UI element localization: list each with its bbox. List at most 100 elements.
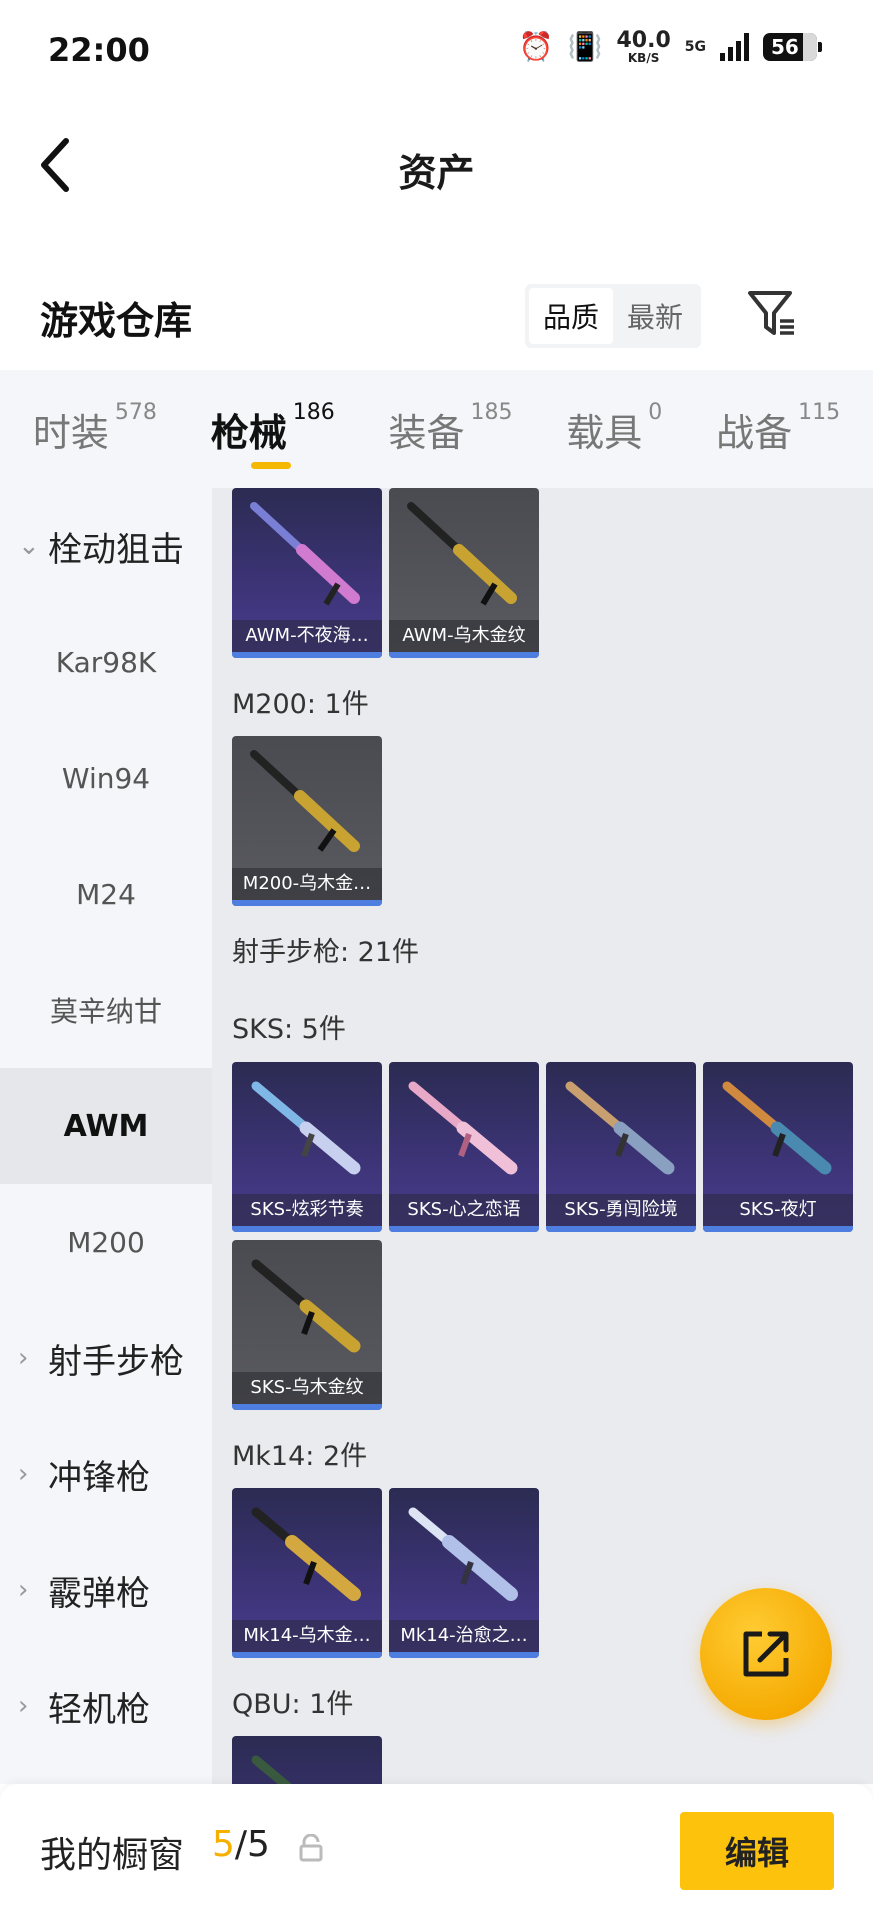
- rifle-icon: [407, 502, 517, 606]
- sidebar-item-bolt-action[interactable]: ⌄ 栓动狙击: [0, 488, 212, 604]
- showcase-label: 我的橱窗: [40, 1835, 185, 1876]
- item-name: SKS-夜灯: [703, 1194, 853, 1226]
- category-tabs: 时装 578 枪械 186 装备 185 载具 0 战备 115: [0, 370, 873, 488]
- warehouse-bar: 游戏仓库 品质 最新: [0, 260, 873, 370]
- rifle-icon: [250, 750, 360, 852]
- status-time: 22:00: [48, 31, 150, 69]
- network-type: 5G: [684, 39, 706, 55]
- showcase-count: 5/5: [212, 1824, 270, 1865]
- chevron-right-icon: ›: [18, 1691, 29, 1721]
- item-card[interactable]: M200-乌木金…: [232, 736, 382, 906]
- warehouse-title: 游戏仓库: [40, 299, 193, 343]
- showcase-total: 5: [247, 1824, 270, 1865]
- tab-label: 装备: [388, 410, 465, 455]
- rifle-icon: [565, 1081, 675, 1175]
- item-name: AWM-乌木金纹: [389, 620, 539, 652]
- sidebar-item-lmg[interactable]: › 轻机枪: [0, 1648, 212, 1764]
- rifle-icon: [251, 1259, 361, 1353]
- section-label: QBU: 1件: [232, 1689, 354, 1720]
- speed-unit: KB/S: [627, 51, 660, 65]
- sidebar-item-label: 莫辛纳甘: [49, 995, 162, 1028]
- sidebar-item-smg[interactable]: › 冲锋枪: [0, 1416, 212, 1532]
- sort-toggle: 品质 最新: [525, 284, 701, 348]
- sidebar-item-mosin[interactable]: 莫辛纳甘: [0, 952, 212, 1068]
- filter-button[interactable]: [742, 282, 802, 346]
- sidebar-item-label: 射手步枪: [48, 1341, 184, 1382]
- rifle-icon: [722, 1081, 832, 1175]
- sidebar-item-label: 轻机枪: [48, 1689, 150, 1730]
- tab-weapons[interactable]: 枪械 186: [211, 399, 335, 469]
- tab-count: 186: [292, 399, 335, 425]
- tab-label: 战备: [716, 410, 793, 455]
- section-label: 射手步枪: 21件: [232, 937, 420, 968]
- edit-button[interactable]: 编辑: [680, 1812, 834, 1890]
- item-name: M200-乌木金…: [232, 868, 382, 900]
- status-bar: 22:00 ⏰ 📳 40.0 KB/S 5G 56: [0, 0, 873, 100]
- status-icons: ⏰ 📳 40.0 KB/S 5G 56: [518, 30, 822, 65]
- sidebar-item-awm[interactable]: AWM: [0, 1068, 212, 1184]
- section-label: Mk14: 2件: [232, 1441, 368, 1472]
- sidebar: ⌄ 栓动狙击 Kar98K Win94 M24 莫辛纳甘 AWM M200 › …: [0, 488, 212, 1784]
- share-icon: [743, 1631, 789, 1677]
- item-card[interactable]: [232, 1736, 382, 1784]
- sidebar-item-label: M24: [76, 877, 136, 911]
- filter-icon: [748, 291, 794, 335]
- sidebar-item-m200[interactable]: M200: [0, 1184, 212, 1300]
- share-button[interactable]: [700, 1588, 832, 1720]
- item-name: SKS-勇闯险境: [546, 1194, 696, 1226]
- chevron-down-icon: ⌄: [18, 531, 40, 561]
- sidebar-item-label: Kar98K: [55, 645, 157, 679]
- item-card[interactable]: AWM-不夜海…: [232, 488, 382, 658]
- item-card[interactable]: Mk14-治愈之…: [389, 1488, 539, 1658]
- alarm-icon: ⏰: [518, 30, 554, 63]
- network-speed: 40.0 KB/S: [616, 30, 670, 65]
- section-label: M200: 1件: [232, 689, 369, 720]
- rifle-icon: [408, 1081, 518, 1175]
- sidebar-item-dmr[interactable]: › 射手步枪: [0, 1300, 212, 1416]
- battery-icon: 56: [763, 33, 822, 61]
- tab-equipment[interactable]: 装备 185: [388, 399, 513, 457]
- item-card[interactable]: AWM-乌木金纹: [389, 488, 539, 658]
- item-card[interactable]: SKS-夜灯: [703, 1062, 853, 1232]
- rifle-icon: [408, 1507, 518, 1601]
- rifle-icon: [251, 1755, 292, 1784]
- item-card[interactable]: SKS-心之恋语: [389, 1062, 539, 1232]
- battery-level: 56: [771, 35, 799, 59]
- rifle-icon: [250, 502, 360, 606]
- tab-label: 时装: [32, 410, 109, 455]
- sort-newest[interactable]: 最新: [613, 288, 697, 344]
- item-card[interactable]: SKS-乌木金纹: [232, 1240, 382, 1410]
- bottom-bar: 我的橱窗 5/5 编辑: [0, 1784, 873, 1920]
- item-name: AWM-不夜海…: [232, 620, 382, 652]
- item-name: Mk14-治愈之…: [389, 1620, 539, 1652]
- tab-count: 185: [470, 399, 513, 425]
- showcase-separator: /: [234, 1824, 248, 1865]
- sidebar-item-m24[interactable]: M24: [0, 836, 212, 952]
- sidebar-item-win94[interactable]: Win94: [0, 720, 212, 836]
- sidebar-item-kar98k[interactable]: Kar98K: [0, 604, 212, 720]
- sidebar-item-shotgun[interactable]: › 霰弹枪: [0, 1532, 212, 1648]
- sidebar-item-label: 冲锋枪: [48, 1457, 150, 1498]
- rifle-icon: [251, 1507, 361, 1601]
- signal-icon: [720, 33, 749, 61]
- item-card[interactable]: Mk14-乌木金…: [232, 1488, 382, 1658]
- vibrate-icon: 📳: [567, 30, 603, 63]
- chevron-right-icon: ›: [18, 1459, 29, 1489]
- sort-quality[interactable]: 品质: [529, 288, 613, 344]
- item-card[interactable]: SKS-炫彩节奏: [232, 1062, 382, 1232]
- chevron-right-icon: ›: [18, 1343, 29, 1373]
- sidebar-item-label: 霰弹枪: [48, 1573, 150, 1614]
- tab-fashion[interactable]: 时装 578: [32, 399, 157, 457]
- tab-vehicles[interactable]: 载具 0: [566, 399, 663, 457]
- chevron-right-icon: ›: [18, 1575, 29, 1605]
- tab-tactical[interactable]: 战备 115: [716, 399, 841, 457]
- section-label: SKS: 5件: [232, 1014, 346, 1045]
- tab-count: 578: [114, 399, 157, 425]
- sidebar-item-label: AWM: [63, 1108, 149, 1144]
- sidebar-item-label: 栓动狙击: [48, 529, 184, 570]
- item-card[interactable]: SKS-勇闯险境: [546, 1062, 696, 1232]
- tab-count: 0: [648, 399, 663, 425]
- app-header: 资产: [0, 100, 873, 230]
- item-name: SKS-心之恋语: [389, 1194, 539, 1226]
- tab-count: 115: [798, 399, 841, 425]
